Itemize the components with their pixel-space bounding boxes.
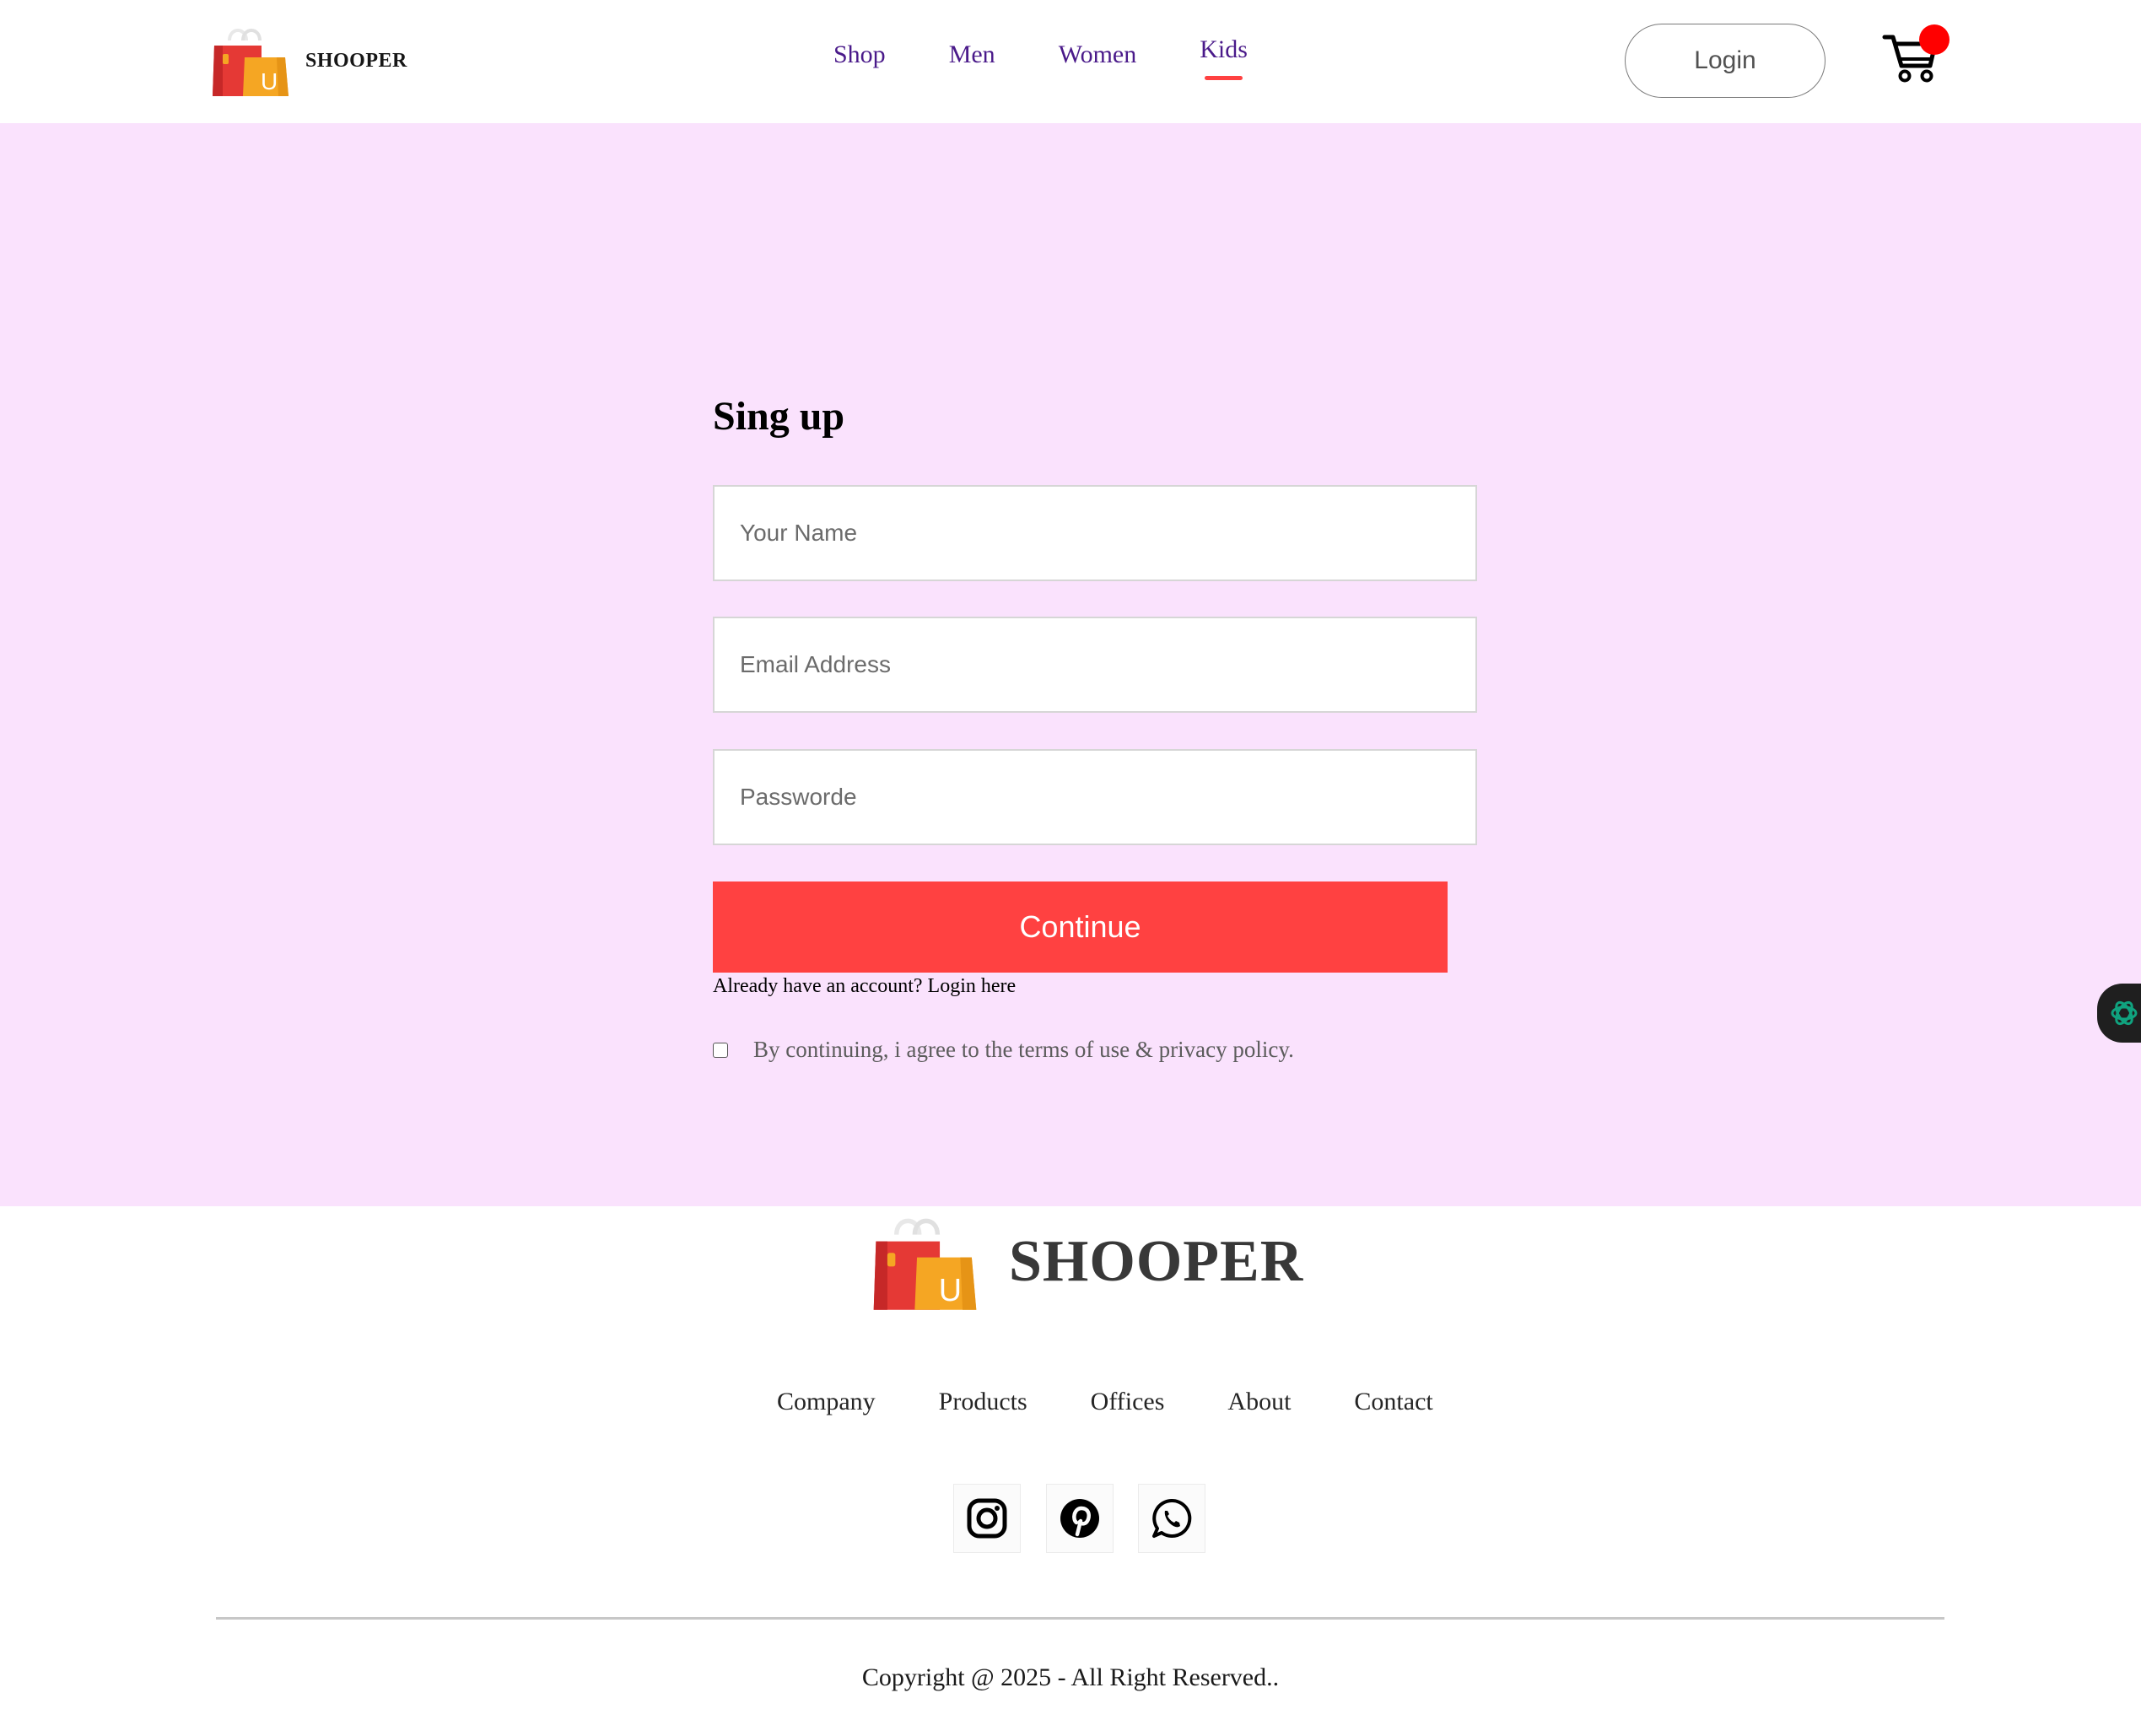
footer-brand: SHOOPER — [1009, 1229, 1304, 1294]
shopping-bag-logo-icon: U — [213, 29, 289, 96]
navbar: U SHOOPER Shop Men Women Kids Login — [0, 0, 2141, 123]
nav-menu: Shop Men Women Kids — [833, 35, 1248, 80]
svg-text:U: U — [939, 1273, 962, 1308]
nav-logo[interactable]: U SHOOPER — [211, 24, 407, 98]
nav-item-shop[interactable]: Shop — [833, 40, 886, 69]
copyright-text: Copyright @ 2025 - All Right Reserved.. — [861, 1663, 1280, 1691]
instagram-button[interactable] — [953, 1484, 1021, 1553]
continue-button[interactable]: Continue — [713, 881, 1448, 973]
shopping-bag-logo-icon: U — [873, 1218, 977, 1310]
login-button[interactable]: Login — [1625, 24, 1826, 98]
footer-link-products[interactable]: Products — [939, 1388, 1027, 1416]
terms-agreement: By continuing, i agree to the terms of u… — [713, 1037, 1294, 1063]
nav-item-women[interactable]: Women — [1059, 40, 1137, 69]
footer-link-about[interactable]: About — [1227, 1388, 1291, 1416]
footer-links: Company Products Offices About Contact — [777, 1388, 1433, 1416]
nav-item-kids-label: Kids — [1200, 35, 1248, 63]
pinterest-button[interactable] — [1046, 1484, 1114, 1553]
name-input[interactable] — [713, 485, 1477, 581]
assistant-widget-button[interactable] — [2097, 984, 2141, 1043]
whatsapp-icon — [1152, 1498, 1192, 1538]
pinterest-icon — [1060, 1499, 1099, 1538]
cart-count-badge — [1919, 24, 1950, 55]
footer-logo[interactable]: U SHOOPER — [871, 1211, 1303, 1313]
svg-text:U: U — [261, 68, 278, 94]
signup-title: Sing up — [713, 394, 845, 439]
password-input[interactable] — [713, 749, 1477, 845]
terms-text: By continuing, i agree to the terms of u… — [753, 1037, 1294, 1062]
nav-item-men[interactable]: Men — [949, 40, 995, 69]
footer-link-offices[interactable]: Offices — [1091, 1388, 1165, 1416]
footer-link-contact[interactable]: Contact — [1354, 1388, 1432, 1416]
ai-assistant-icon — [2111, 1000, 2138, 1026]
nav-brand: SHOOPER — [305, 49, 407, 72]
footer-divider — [216, 1617, 1944, 1620]
already-account-label: Already have an account? — [713, 975, 923, 997]
terms-checkbox[interactable] — [713, 1042, 728, 1058]
already-account-text: Already have an account? Login here — [713, 975, 1016, 998]
email-input[interactable] — [713, 617, 1477, 713]
footer-link-company[interactable]: Company — [777, 1388, 876, 1416]
nav-item-kids[interactable]: Kids — [1200, 35, 1248, 80]
whatsapp-button[interactable] — [1138, 1484, 1205, 1553]
active-nav-underline — [1205, 76, 1243, 80]
login-here-link[interactable]: Login here — [928, 975, 1017, 997]
instagram-icon — [967, 1498, 1007, 1539]
